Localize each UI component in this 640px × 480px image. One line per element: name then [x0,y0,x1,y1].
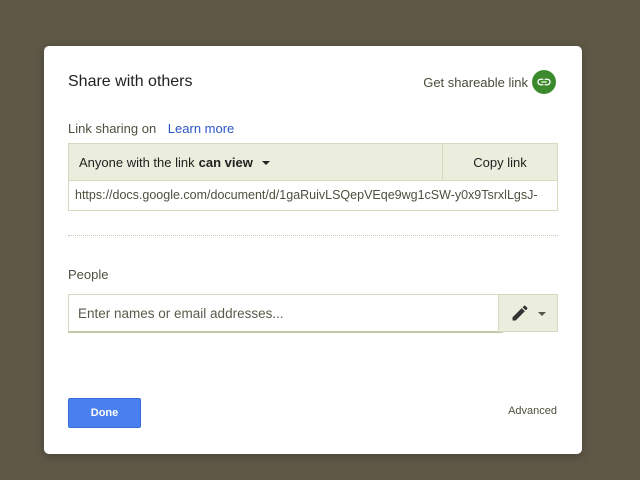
caret-down-icon [261,160,270,165]
get-shareable-link-button[interactable]: Get shareable link [423,70,556,94]
section-divider [68,235,558,236]
learn-more-link[interactable]: Learn more [168,121,234,136]
link-icon [532,70,556,94]
link-access-dropdown[interactable]: Anyone with the link can view [69,144,443,180]
people-label: People [68,267,109,282]
caret-down-icon [538,312,546,316]
people-input[interactable] [68,294,503,333]
permission-dropdown-button[interactable] [498,294,558,332]
copy-link-button[interactable]: Copy link [443,144,557,180]
share-dialog: Share with others Get shareable link Lin… [44,46,582,454]
access-level: can view [198,154,253,170]
share-url-field[interactable]: https://docs.google.com/document/d/1gaRu… [68,180,558,211]
get-shareable-link-label: Get shareable link [423,74,528,90]
link-sharing-status: Link sharing on [68,121,157,136]
dialog-title: Share with others [68,73,193,90]
link-access-bar: Anyone with the link can view Copy link [68,143,558,181]
access-prefix: Anyone with the link [79,154,195,170]
pencil-icon [512,305,528,321]
link-sharing-row: Link sharing on Learn more [68,121,234,136]
advanced-link[interactable]: Advanced [508,405,557,417]
done-button[interactable]: Done [68,398,141,428]
